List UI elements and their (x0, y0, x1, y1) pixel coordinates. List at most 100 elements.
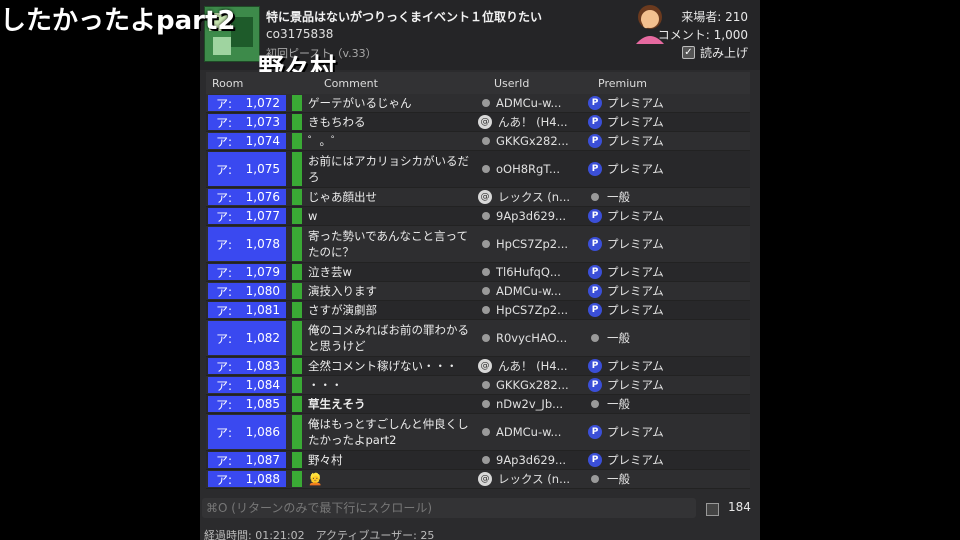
room-label: ア: (216, 134, 233, 149)
userid-text: oOH8RgT... (496, 162, 560, 176)
premium-badge-icon: P (588, 265, 602, 279)
userid-cell[interactable]: @ んあ！ (H4... (478, 357, 582, 375)
premium-badge-icon: P (588, 378, 602, 392)
userid-cell[interactable]: @ レックス (n... (478, 470, 582, 488)
comment-row[interactable]: ア: 1,077 w 9Ap3d629... P プレミアム (206, 207, 750, 226)
userid-cell[interactable]: oOH8RgT... (478, 151, 582, 187)
userid-text: ADMCu-w... (496, 425, 562, 439)
userid-cell[interactable]: R0vycHAO... (478, 320, 582, 356)
comment-text: 俺はもっとすごしんと仲良くしたかったよpart2 (308, 417, 469, 447)
premium-text: プレミアム (607, 303, 664, 317)
count-checkbox[interactable] (706, 503, 719, 516)
userid-text: HpCS7Zp2... (496, 237, 569, 251)
userid-cell[interactable]: ADMCu-w... (478, 94, 582, 112)
column-premium[interactable]: Premium (598, 77, 647, 90)
comment-viewer-window: 特に景品はないがつりっくまイベント１位取りたい co3175838 初回ピースト… (200, 0, 760, 540)
general-dot-icon (591, 334, 599, 342)
premium-badge-icon: P (588, 284, 602, 298)
comment-number: 1,079 (245, 265, 280, 279)
comment-number: 1,088 (245, 472, 280, 486)
comment-row[interactable]: ア: 1,076 じゃあ顔出せ @ レックス (n... 一般 (206, 188, 750, 207)
room-label: ア: (216, 115, 233, 130)
comment-text: お前にはアカリョシカがいるだろ (308, 154, 469, 184)
comment-text: 寄った勢いであんなこと言ってたのに？ (308, 229, 468, 259)
userid-cell[interactable]: ADMCu-w... (478, 282, 582, 300)
comment-text: 演技入ります (308, 284, 377, 298)
comment-row[interactable]: ア: 1,084 ・・・ GKKGx282... P プレミアム (206, 376, 750, 395)
premium-cell: P プレミアム (582, 282, 664, 300)
comment-row[interactable]: ア: 1,075 お前にはアカリョシカがいるだろ oOH8RgT... P プレミアム (206, 151, 750, 188)
premium-text: プレミアム (607, 265, 664, 279)
room-cell: ア: 1,073 (208, 114, 286, 130)
userid-cell[interactable]: 9Ap3d629... (478, 451, 582, 469)
comment-text: 👱 (308, 472, 323, 486)
comment-row[interactable]: ア: 1,080 演技入ります ADMCu-w... P プレミアム (206, 282, 750, 301)
comment-row[interactable]: ア: 1,074 ゜。゜ GKKGx282... P プレミアム (206, 132, 750, 151)
comment-row[interactable]: ア: 1,072 ゲーテがいるじゃん ADMCu-w... P プレミアム (206, 94, 750, 113)
userid-cell[interactable]: nDw2v_Jb... (478, 395, 582, 413)
room-label: ア: (216, 303, 233, 318)
comment-number: 1,077 (245, 209, 280, 223)
comment-row[interactable]: ア: 1,083 全然コメント稼げない・・・ @ んあ！ (H4... P プレミアム (206, 357, 750, 376)
room-cell: ア: 1,082 (208, 321, 286, 355)
user-dot-icon (482, 99, 490, 107)
column-comment[interactable]: Comment (324, 77, 378, 90)
user-dot-icon (482, 137, 490, 145)
status-bar (292, 415, 302, 449)
premium-text: プレミアム (607, 378, 664, 392)
comment-row[interactable]: ア: 1,082 俺のコメみればお前の罪わかると思うけど R0vycHAO... 一般 (206, 320, 750, 357)
user-dot-icon (482, 165, 490, 173)
room-cell: ア: 1,083 (208, 358, 286, 374)
visitor-count: 来場者: 210 (681, 10, 748, 24)
comment-text: ゜。゜ (308, 134, 343, 148)
comment-row[interactable]: ア: 1,073 きもちわる @ んあ！ (H4... P プレミアム (206, 113, 750, 132)
comment-row[interactable]: ア: 1,079 泣き芸w Tl6HufqQ... P プレミアム (206, 263, 750, 282)
comment-count: コメント: 1,000 (657, 28, 748, 42)
column-userid[interactable]: UserId (494, 77, 529, 90)
premium-text: プレミアム (607, 359, 664, 373)
premium-cell: 一般 (582, 470, 630, 488)
comment-input[interactable]: ⌘O (リターンのみで最下行にスクロール) (202, 498, 696, 518)
room-cell: ア: 1,080 (208, 283, 286, 299)
read-aloud-checkbox[interactable]: ✓ (681, 46, 695, 59)
comment-number: 1,076 (245, 190, 280, 204)
premium-cell: P プレミアム (582, 113, 664, 131)
status-bar (292, 452, 302, 468)
userid-text: nDw2v_Jb... (496, 397, 564, 411)
premium-text: 一般 (607, 397, 630, 411)
comment-text: さすが演劇部 (308, 303, 377, 317)
room-label: ア: (216, 453, 233, 468)
user-dot-icon (482, 240, 490, 248)
comment-row[interactable]: ア: 1,087 野々村 9Ap3d629... P プレミアム (206, 451, 750, 470)
userid-cell[interactable]: HpCS7Zp2... (478, 301, 582, 319)
comment-number: 1,083 (245, 359, 280, 373)
status-bar (292, 152, 302, 186)
premium-badge-icon: P (588, 425, 602, 439)
read-aloud-toggle[interactable]: ✓ 読み上げ (681, 44, 748, 61)
userid-cell[interactable]: GKKGx282... (478, 376, 582, 394)
comment-text: ゲーテがいるじゃん (308, 96, 412, 110)
userid-cell[interactable]: ADMCu-w... (478, 414, 582, 450)
comment-row[interactable]: ア: 1,078 寄った勢いであんなこと言ってたのに？ HpCS7Zp2... P プレミ… (206, 226, 750, 263)
comment-row[interactable]: ア: 1,081 さすが演劇部 HpCS7Zp2... P プレミアム (206, 301, 750, 320)
userid-text: Tl6HufqQ... (496, 265, 561, 279)
userid-cell[interactable]: 9Ap3d629... (478, 207, 582, 225)
room-cell: ア: 1,088 (208, 471, 286, 487)
userid-cell[interactable]: HpCS7Zp2... (478, 226, 582, 262)
room-label: ア: (216, 397, 233, 412)
userid-text: レックス (n... (498, 472, 571, 486)
userid-text: ADMCu-w... (496, 96, 562, 110)
comment-row[interactable]: ア: 1,086 俺はもっとすごしんと仲良くしたかったよpart2 ADMCu-w..… (206, 414, 750, 451)
userid-cell[interactable]: GKKGx282... (478, 132, 582, 150)
comment-row[interactable]: ア: 1,088 👱 @ レックス (n... 一般 (206, 470, 750, 489)
userid-cell[interactable]: @ んあ！ (H4... (478, 113, 582, 131)
premium-text: プレミアム (607, 162, 664, 176)
comment-list[interactable]: ア: 1,072 ゲーテがいるじゃん ADMCu-w... P プレミアム ア: 1,073 き… (206, 94, 750, 489)
user-dot-icon (482, 400, 490, 408)
comment-row[interactable]: ア: 1,085 草生えそう nDw2v_Jb... 一般 (206, 395, 750, 414)
premium-text: 一般 (607, 331, 630, 345)
column-room[interactable]: Room (212, 77, 243, 90)
premium-cell: P プレミアム (582, 151, 664, 187)
userid-cell[interactable]: Tl6HufqQ... (478, 263, 582, 281)
userid-cell[interactable]: @ レックス (n... (478, 188, 582, 206)
